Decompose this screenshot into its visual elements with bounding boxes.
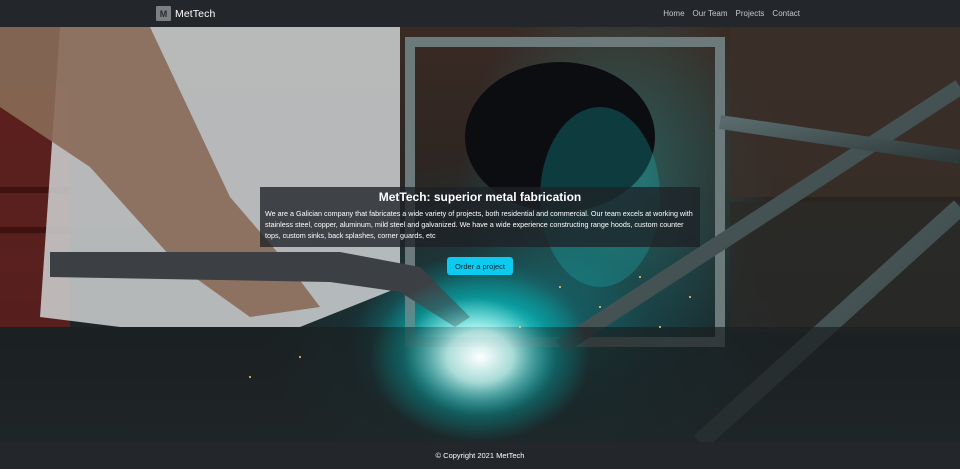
brand-name: MetTech xyxy=(175,7,216,20)
nav-link-home[interactable]: Home xyxy=(663,9,684,18)
nav-links: Home Our Team Projects Contact xyxy=(663,0,800,27)
navbar: M MetTech Home Our Team Projects Contact xyxy=(0,0,960,27)
brand-logo-icon: M xyxy=(156,6,171,21)
copyright-text: © Copyright 2021 MetTech xyxy=(435,451,525,460)
nav-link-projects[interactable]: Projects xyxy=(736,9,765,18)
footer: © Copyright 2021 MetTech xyxy=(0,442,960,469)
order-project-button[interactable]: Order a project xyxy=(447,257,513,275)
hero-caption: MetTech: superior metal fabrication We a… xyxy=(260,187,700,247)
brand-link[interactable]: M MetTech xyxy=(156,5,215,22)
page: M MetTech Home Our Team Projects Contact xyxy=(0,0,960,469)
hero-title: MetTech: superior metal fabrication xyxy=(378,190,582,204)
nav-link-contact[interactable]: Contact xyxy=(772,9,800,18)
nav-link-our-team[interactable]: Our Team xyxy=(693,9,728,18)
hero-description: We are a Galician company that fabricate… xyxy=(265,209,693,240)
hero-section: MetTech: superior metal fabrication We a… xyxy=(0,27,960,442)
